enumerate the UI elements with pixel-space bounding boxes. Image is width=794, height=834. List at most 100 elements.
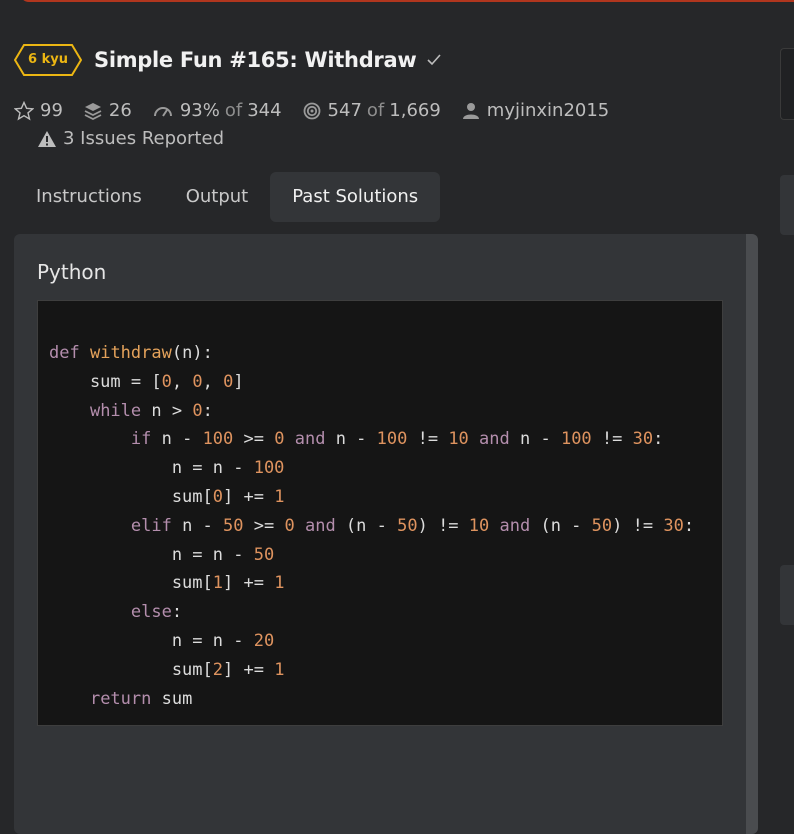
stars-count: 99 xyxy=(40,100,63,121)
solution-language: Python xyxy=(37,260,107,284)
stars-stat[interactable]: 99 xyxy=(14,100,63,121)
code-line: while n > 0: xyxy=(49,401,213,421)
code-line: def withdraw(n): xyxy=(49,343,213,363)
satisfaction-votes: 344 xyxy=(247,100,282,121)
solutions-panel: Python def withdraw(n): sum = [0, 0, 0] … xyxy=(14,234,758,834)
code-token: 100 xyxy=(376,429,408,450)
code-token: 50 xyxy=(591,515,613,536)
stack-icon xyxy=(84,102,102,120)
tab-output[interactable]: Output xyxy=(164,172,271,222)
issues-label: 3 Issues Reported xyxy=(63,128,224,149)
code-token: else xyxy=(130,602,172,623)
code-token: 30 xyxy=(632,429,654,450)
code-token: 100 xyxy=(560,429,592,450)
code-token: 0 xyxy=(161,371,172,392)
code-token: sum[ xyxy=(49,486,213,507)
code-token: n - xyxy=(151,429,203,450)
code-token: and xyxy=(294,429,326,450)
code-token: 0 xyxy=(223,371,234,392)
attempts-count: 1,669 xyxy=(389,100,441,121)
code-token: 100 xyxy=(202,429,234,450)
code-token: and xyxy=(479,429,510,450)
code-token: 0 xyxy=(192,371,203,392)
code-token: ] += xyxy=(223,659,275,680)
issues-reported[interactable]: 3 Issues Reported xyxy=(37,128,224,149)
top-banner xyxy=(20,0,794,2)
collections-count: 26 xyxy=(108,100,132,121)
tab-instructions[interactable]: Instructions xyxy=(14,172,164,222)
code-token: 50 xyxy=(397,515,418,536)
code-token: : xyxy=(202,400,213,421)
code-line: return sum xyxy=(49,689,192,709)
code-line: sum[0] += 1 xyxy=(49,486,285,507)
code-line: if n - 100 >= 0 and n - 100 != 10 and n … xyxy=(49,429,663,449)
code-token: 1 xyxy=(274,486,285,507)
code-token: sum[ xyxy=(49,659,213,680)
code-token: 0 xyxy=(192,400,203,421)
user-icon xyxy=(462,102,479,119)
code-token: : xyxy=(171,602,183,623)
code-line: sum[2] += 1 xyxy=(49,659,285,680)
code-token: >= xyxy=(233,429,275,450)
target-icon xyxy=(303,102,320,119)
code-token: n - xyxy=(171,515,224,536)
code-token: 20 xyxy=(253,630,275,651)
star-icon xyxy=(14,100,34,120)
code-token: withdraw xyxy=(89,343,172,363)
code-block[interactable]: def withdraw(n): sum = [0, 0, 0] while n… xyxy=(37,300,723,726)
code-token: sum = [ xyxy=(49,371,162,392)
code-line: n = n - 50 xyxy=(49,545,274,565)
completed-stat: 547 of 1,669 xyxy=(302,100,441,121)
satisfaction-stat: 93% of 344 xyxy=(152,100,282,121)
code-token: n = n - xyxy=(49,544,254,565)
code-token: sum[ xyxy=(49,573,213,594)
code-line: sum = [0, 0, 0] xyxy=(49,372,244,392)
panel-scrollbar[interactable] xyxy=(746,234,758,834)
code-line: sum[1] += 1 xyxy=(49,573,285,594)
code-token: ] xyxy=(233,371,244,392)
code-line: n = n - 100 xyxy=(49,458,285,478)
kata-title[interactable]: Simple Fun #165: Withdraw xyxy=(94,48,417,72)
code-token: (n - xyxy=(335,515,398,536)
code-token: return xyxy=(89,688,152,709)
code-token: def xyxy=(49,343,80,363)
code-token: , xyxy=(171,371,193,392)
code-token: (n): xyxy=(171,343,213,363)
code-token: : xyxy=(653,429,664,450)
code-token: 50 xyxy=(253,544,275,565)
warning-icon xyxy=(38,130,56,147)
collections-stat[interactable]: 26 xyxy=(83,100,132,121)
code-token: 10 xyxy=(448,429,469,450)
code-token: 1 xyxy=(212,573,224,594)
code-token: 10 xyxy=(468,515,490,536)
code-line: n = n - 20 xyxy=(49,631,274,651)
code-token: ] += xyxy=(223,486,275,507)
code-token: while xyxy=(89,400,142,421)
code-token: != xyxy=(591,429,633,450)
completed-of-word: of xyxy=(366,100,385,121)
right-sidebar-card xyxy=(780,175,794,235)
code-line: elif n - 50 >= 0 and (n - 50) != 10 and … xyxy=(49,516,694,536)
code-token: 30 xyxy=(663,515,684,536)
rank-badge: 6 kyu xyxy=(14,44,82,76)
author-stat[interactable]: myjinxin2015 xyxy=(461,100,609,121)
code-token: n - xyxy=(325,429,377,450)
code-token: 1 xyxy=(274,659,285,680)
code-token: n - xyxy=(509,429,561,450)
code-token: and xyxy=(499,515,531,536)
tab-past-solutions[interactable]: Past Solutions xyxy=(270,172,441,222)
satisfaction-rating: 93% xyxy=(179,100,220,121)
check-icon xyxy=(427,54,442,66)
code-token: ) != xyxy=(417,515,469,536)
code-token: n = n - xyxy=(49,630,254,651)
rank-label: 6 kyu xyxy=(28,52,68,67)
author-name[interactable]: myjinxin2015 xyxy=(487,100,609,121)
right-sidebar-box xyxy=(780,48,794,120)
code-token: 0 xyxy=(274,429,285,450)
